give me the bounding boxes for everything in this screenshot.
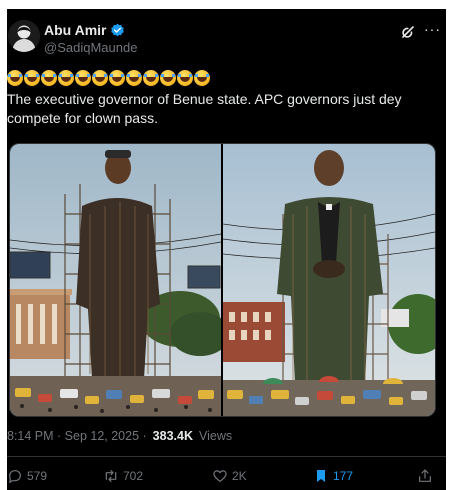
bookmark-icon (317, 470, 325, 482)
tweet-card: Abu Amir @SadiqMaunde ··· The executive … (7, 9, 446, 490)
grok-icon[interactable] (400, 24, 416, 40)
reply-icon (9, 470, 21, 483)
repost-count: 702 (123, 469, 144, 483)
author-row: Abu Amir (44, 21, 125, 39)
tears-of-joy-emoji (160, 70, 176, 86)
views-label: Views (198, 429, 233, 443)
post-header: Abu Amir @SadiqMaunde ··· (7, 9, 446, 63)
like-count: 2K (232, 469, 247, 483)
views-count: 383.4K (152, 429, 193, 443)
repost-button[interactable]: 702 (103, 466, 143, 486)
post-meta: 8:14 PM · Sep 12, 2025 · 383.4K Views (7, 427, 232, 445)
author-handle[interactable]: @SadiqMaunde (44, 40, 137, 55)
share-icon (419, 469, 431, 482)
bookmark-button[interactable]: 177 (313, 466, 353, 486)
avatar-image (8, 20, 40, 52)
action-bar: 579 702 2K 177 (7, 466, 446, 486)
tears-of-joy-emoji (143, 70, 159, 86)
tears-of-joy-emoji (126, 70, 142, 86)
divider (7, 456, 446, 457)
tears-of-joy-emoji (194, 70, 210, 86)
post-timestamp[interactable]: 8:14 PM · Sep 12, 2025 · (7, 429, 147, 443)
repost-icon (105, 470, 117, 482)
author-name[interactable]: Abu Amir (44, 22, 106, 38)
tears-of-joy-emoji (177, 70, 193, 86)
verified-badge-icon (111, 23, 125, 36)
more-options-icon[interactable]: ··· (424, 21, 441, 37)
share-button[interactable] (417, 466, 433, 486)
tears-of-joy-emoji (75, 70, 91, 86)
reply-button[interactable]: 579 (7, 466, 47, 486)
avatar[interactable] (8, 20, 40, 52)
tears-of-joy-emoji (92, 70, 108, 86)
heart-icon (213, 470, 227, 482)
bookmark-count: 177 (333, 469, 354, 483)
tears-of-joy-emoji (24, 70, 40, 86)
statue-photo-left (10, 144, 221, 416)
like-button[interactable]: 2K (212, 466, 247, 486)
tears-of-joy-emoji (109, 70, 125, 86)
tears-of-joy-emoji (7, 70, 23, 86)
statue-photo-right (223, 144, 435, 416)
media-photo-right[interactable] (223, 144, 435, 416)
media-photo-left[interactable] (10, 144, 221, 416)
post-media[interactable] (9, 143, 436, 417)
tears-of-joy-emoji (41, 70, 57, 86)
reply-count: 579 (27, 469, 48, 483)
post-text: The executive governor of Benue state. A… (7, 91, 402, 126)
emoji-reaction-row (7, 67, 446, 89)
tears-of-joy-emoji (58, 70, 74, 86)
